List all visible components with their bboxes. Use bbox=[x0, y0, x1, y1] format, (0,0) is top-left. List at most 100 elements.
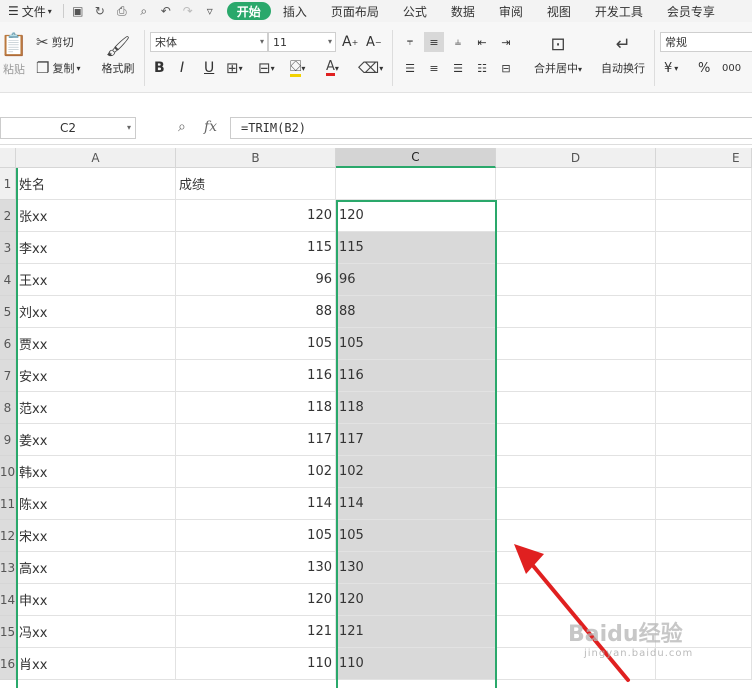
cell-b[interactable]: 102 bbox=[176, 456, 336, 488]
cell-b[interactable]: 130 bbox=[176, 552, 336, 584]
thousands-button[interactable]: 000 bbox=[722, 58, 741, 78]
clear-button[interactable]: ⌫ ▾ bbox=[358, 58, 383, 78]
cell-e[interactable] bbox=[656, 392, 752, 424]
cell-b[interactable]: 110 bbox=[176, 648, 336, 680]
row-header[interactable]: 7 bbox=[0, 360, 16, 392]
cell-a[interactable]: 姓名 bbox=[16, 168, 176, 200]
italic-button[interactable]: I bbox=[180, 58, 184, 78]
cell-b[interactable]: 118 bbox=[176, 392, 336, 424]
cell-b[interactable]: 成绩 bbox=[176, 168, 336, 200]
cell-a[interactable]: 宋xx bbox=[16, 520, 176, 552]
percent-button[interactable]: % bbox=[698, 58, 710, 78]
cell-d[interactable] bbox=[496, 200, 656, 232]
column-header-d[interactable]: D bbox=[496, 148, 656, 168]
cell-d[interactable] bbox=[496, 296, 656, 328]
cell-a[interactable]: 刘xx bbox=[16, 296, 176, 328]
cell-d[interactable] bbox=[496, 392, 656, 424]
cell-d[interactable] bbox=[496, 552, 656, 584]
row-header[interactable]: 1 bbox=[0, 168, 16, 200]
tab-review[interactable]: 审阅 bbox=[487, 0, 535, 22]
cell-a[interactable]: 冯xx bbox=[16, 616, 176, 648]
cell-c[interactable]: 96 bbox=[336, 264, 496, 296]
undo-icon[interactable]: ↶ bbox=[155, 0, 177, 22]
row-header[interactable]: 16 bbox=[0, 648, 16, 680]
cell-e[interactable] bbox=[656, 328, 752, 360]
cell-c[interactable]: 115 bbox=[336, 232, 496, 264]
justify-button[interactable]: ☷ bbox=[472, 58, 492, 78]
cell-e[interactable] bbox=[656, 456, 752, 488]
row-header[interactable]: 5 bbox=[0, 296, 16, 328]
name-box[interactable]: C2 ▾ bbox=[0, 117, 136, 139]
tab-home[interactable]: 开始 bbox=[226, 2, 271, 20]
zoom-icon[interactable]: ⌕ bbox=[178, 119, 186, 135]
column-header-a[interactable]: A bbox=[16, 148, 176, 168]
cell-d[interactable] bbox=[496, 424, 656, 456]
cell-e[interactable] bbox=[656, 168, 752, 200]
row-header[interactable]: 4 bbox=[0, 264, 16, 296]
fill-color-button[interactable]: ⛋ ▾ bbox=[290, 58, 305, 78]
align-right-button[interactable]: ☰ bbox=[448, 58, 468, 78]
cell-e[interactable] bbox=[656, 488, 752, 520]
cell-e[interactable] bbox=[656, 360, 752, 392]
print-preview-icon[interactable]: ⌕ bbox=[133, 0, 155, 22]
cell-b[interactable]: 121 bbox=[176, 616, 336, 648]
tab-developer[interactable]: 开发工具 bbox=[583, 0, 655, 22]
cell-a[interactable]: 韩xx bbox=[16, 456, 176, 488]
cell-b[interactable]: 120 bbox=[176, 200, 336, 232]
tab-page-layout[interactable]: 页面布局 bbox=[319, 0, 391, 22]
cell-d[interactable] bbox=[496, 456, 656, 488]
borders-button[interactable]: ⊞ ▾ bbox=[226, 58, 243, 78]
cell-b[interactable]: 115 bbox=[176, 232, 336, 264]
underline-button[interactable]: U bbox=[204, 58, 214, 78]
cell-d[interactable] bbox=[496, 328, 656, 360]
wrap-text-button[interactable]: ↵ 自动换行 bbox=[596, 30, 650, 82]
row-header[interactable]: 10 bbox=[0, 456, 16, 488]
cell-c[interactable]: 88 bbox=[336, 296, 496, 328]
cell-a[interactable]: 陈xx bbox=[16, 488, 176, 520]
cell-e[interactable] bbox=[656, 200, 752, 232]
row-header[interactable]: 11 bbox=[0, 488, 16, 520]
tab-view[interactable]: 视图 bbox=[535, 0, 583, 22]
merge-center-button[interactable]: ⊡ 合并居中▾ bbox=[528, 30, 588, 82]
row-header[interactable]: 15 bbox=[0, 616, 16, 648]
more-icon[interactable]: ▿ bbox=[199, 0, 221, 22]
align-top-button[interactable]: ⫧ bbox=[400, 32, 420, 52]
tab-formulas[interactable]: 公式 bbox=[391, 0, 439, 22]
cut-button[interactable]: ✂ 剪切 bbox=[36, 32, 74, 52]
cell-a[interactable]: 高xx bbox=[16, 552, 176, 584]
cell-b[interactable]: 105 bbox=[176, 328, 336, 360]
currency-button[interactable]: ¥ ▾ bbox=[664, 58, 678, 78]
formula-input[interactable]: =TRIM(B2) bbox=[230, 117, 752, 139]
row-header[interactable]: 8 bbox=[0, 392, 16, 424]
cell-d[interactable] bbox=[496, 584, 656, 616]
cell-a[interactable]: 姜xx bbox=[16, 424, 176, 456]
cell-c[interactable]: 117 bbox=[336, 424, 496, 456]
cell-c[interactable]: 121 bbox=[336, 616, 496, 648]
cell-c[interactable]: 130 bbox=[336, 552, 496, 584]
cell-c[interactable]: 118 bbox=[336, 392, 496, 424]
cell-e[interactable] bbox=[656, 232, 752, 264]
cell-c[interactable]: 114 bbox=[336, 488, 496, 520]
align-bottom-button[interactable]: ⫨ bbox=[448, 32, 468, 52]
align-center-button[interactable]: ≡ bbox=[424, 58, 444, 78]
cell-c[interactable]: 116 bbox=[336, 360, 496, 392]
cell-b[interactable]: 117 bbox=[176, 424, 336, 456]
row-header[interactable]: 13 bbox=[0, 552, 16, 584]
increase-indent-button[interactable]: ⇥ bbox=[496, 32, 516, 52]
print-icon[interactable]: ⎙ bbox=[111, 0, 133, 22]
decrease-indent-button[interactable]: ⇤ bbox=[472, 32, 492, 52]
copy-button[interactable]: ❐ 复制 ▾ bbox=[36, 58, 80, 78]
cell-c[interactable]: 105 bbox=[336, 328, 496, 360]
align-left-button[interactable]: ☰ bbox=[400, 58, 420, 78]
cell-style-button[interactable]: ⊟ ▾ bbox=[258, 58, 275, 78]
increase-font-button[interactable]: A + bbox=[342, 32, 358, 52]
cell-d[interactable] bbox=[496, 488, 656, 520]
cell-e[interactable] bbox=[656, 296, 752, 328]
column-header-e[interactable]: E bbox=[656, 148, 752, 168]
select-all-corner[interactable] bbox=[0, 148, 16, 168]
function-icon[interactable]: fx bbox=[204, 119, 217, 135]
cell-d[interactable] bbox=[496, 520, 656, 552]
row-header[interactable]: 6 bbox=[0, 328, 16, 360]
format-painter-button[interactable]: 🖌 格式刷 bbox=[98, 30, 138, 82]
file-menu[interactable]: ☰ 文件 ▾ bbox=[0, 0, 60, 22]
